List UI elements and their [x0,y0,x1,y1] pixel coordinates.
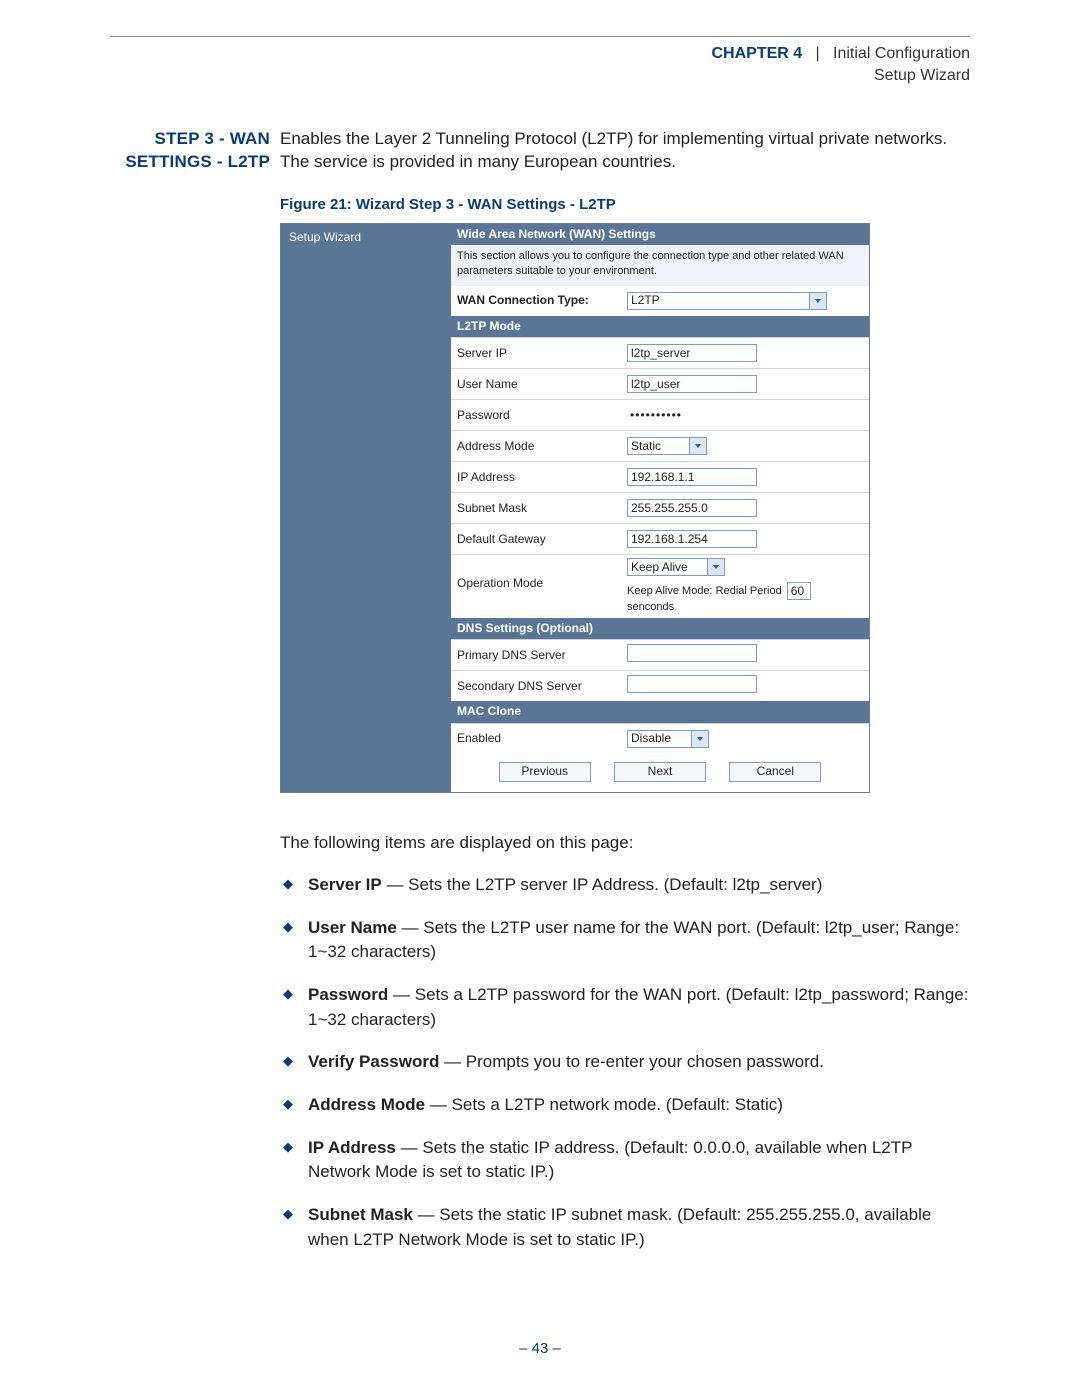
item-term: IP Address [308,1138,396,1157]
item-term: Password [308,985,388,1004]
section-mac-clone: MAC Clone [451,701,869,723]
item-term: Address Mode [308,1095,425,1114]
primary-dns-input[interactable] [627,644,757,662]
primary-dns-label: Primary DNS Server [457,648,627,664]
section-margin-title: STEP 3 - WAN SETTINGS - L2TP [110,128,280,174]
chapter-subtitle: Setup Wizard [874,67,970,84]
conn-type-label: WAN Connection Type: [457,293,627,309]
panel-description: This section allows you to configure the… [451,245,869,286]
user-name-label: User Name [457,377,627,393]
list-item: Subnet Mask — Sets the static IP subnet … [280,1203,970,1252]
redial-period-input[interactable]: 60 [787,582,811,600]
list-item: Address Mode — Sets a L2TP network mode.… [280,1093,970,1118]
server-ip-input[interactable]: l2tp_server [627,344,757,362]
password-label: Password [457,408,627,424]
keep-alive-suffix: senconds [627,601,674,613]
address-mode-value: Static [631,439,661,455]
default-gateway-label: Default Gateway [457,532,627,548]
section-dns: DNS Settings (Optional) [451,618,869,640]
chapter-number: 4 [793,45,802,62]
previous-button[interactable]: Previous [499,762,591,782]
cancel-button[interactable]: Cancel [729,762,821,782]
item-list: Server IP — Sets the L2TP server IP Addr… [280,873,970,1252]
subnet-mask-label: Subnet Mask [457,501,627,517]
panel-title: Wide Area Network (WAN) Settings [451,224,869,246]
user-name-input[interactable]: l2tp_user [627,375,757,393]
chevron-down-icon [809,293,826,309]
mac-enabled-value: Disable [631,731,671,747]
chevron-down-icon [689,438,706,454]
list-item: Server IP — Sets the L2TP server IP Addr… [280,873,970,898]
operation-mode-select[interactable]: Keep Alive [627,558,725,576]
page-number: – 43 – [0,1340,1080,1357]
wan-connection-type-value: L2TP [631,293,660,309]
mac-enabled-label: Enabled [457,731,627,747]
password-input[interactable]: •••••••••• [627,406,757,424]
item-term: Server IP [308,875,382,894]
item-desc: — Sets the L2TP user name for the WAN po… [308,918,959,962]
section-l2tp-mode: L2TP Mode [451,316,869,338]
item-term: Subnet Mask [308,1205,413,1224]
section-intro: Enables the Layer 2 Tunneling Protocol (… [280,128,970,174]
address-mode-select[interactable]: Static [627,437,707,455]
operation-mode-value: Keep Alive [631,560,688,576]
separator: | [816,45,820,62]
figure-caption: Figure 21: Wizard Step 3 - WAN Settings … [280,196,970,213]
chevron-down-icon [707,559,724,575]
server-ip-label: Server IP [457,346,627,362]
item-term: Verify Password [308,1052,439,1071]
keep-alive-prefix: Keep Alive Mode: Redial Period [627,586,782,598]
item-term: User Name [308,918,397,937]
list-item: User Name — Sets the L2TP user name for … [280,916,970,965]
ip-address-label: IP Address [457,470,627,486]
subnet-mask-input[interactable]: 255.255.255.0 [627,499,757,517]
next-button[interactable]: Next [614,762,706,782]
chevron-down-icon [691,731,708,747]
list-item: Verify Password — Prompts you to re-ente… [280,1050,970,1075]
item-desc: — Sets a L2TP password for the WAN port.… [308,985,968,1029]
mac-enabled-select[interactable]: Disable [627,730,709,748]
keep-alive-note: Keep Alive Mode: Redial Period 60 sencon… [627,582,863,614]
address-mode-label: Address Mode [457,439,627,455]
figure-screenshot: Setup Wizard Wide Area Network (WAN) Set… [280,223,870,793]
chapter-label: CHAPTER [711,45,788,62]
item-desc: — Sets the static IP address. (Default: … [308,1138,912,1182]
items-lead: The following items are displayed on thi… [280,831,970,856]
default-gateway-input[interactable]: 192.168.1.254 [627,530,757,548]
secondary-dns-label: Secondary DNS Server [457,679,627,695]
item-desc: — Sets a L2TP network mode. (Default: St… [425,1095,783,1114]
secondary-dns-input[interactable] [627,675,757,693]
item-desc: — Sets the L2TP server IP Address. (Defa… [382,875,823,894]
figure-sidebar: Setup Wizard [281,224,451,792]
running-head: CHAPTER 4 | Initial Configuration Setup … [110,43,970,88]
list-item: IP Address — Sets the static IP address.… [280,1136,970,1185]
list-item: Password — Sets a L2TP password for the … [280,983,970,1032]
item-desc: — Prompts you to re-enter your chosen pa… [439,1052,824,1071]
section-title-line2: SETTINGS - L2TP [125,152,270,171]
chapter-title: Initial Configuration [833,45,970,62]
sidebar-item-setup-wizard[interactable]: Setup Wizard [289,230,443,246]
wan-connection-type-select[interactable]: L2TP [627,292,827,310]
ip-address-input[interactable]: 192.168.1.1 [627,468,757,486]
section-title-line1: STEP 3 - WAN [155,129,270,148]
operation-mode-label: Operation Mode [457,558,627,592]
